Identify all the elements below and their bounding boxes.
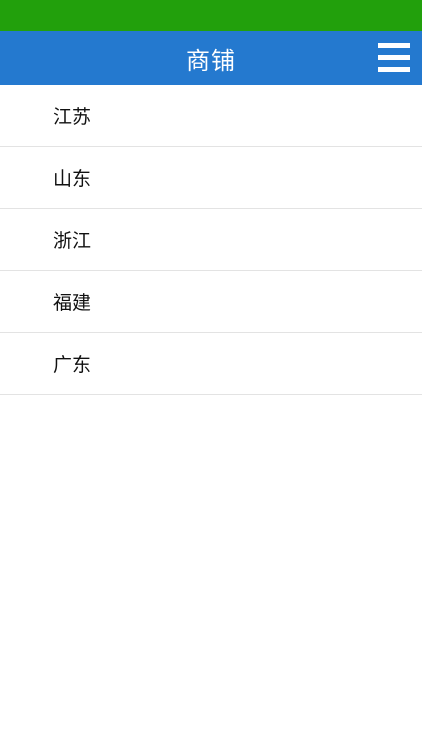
list-item-fujian[interactable]: 福建 bbox=[0, 271, 422, 333]
province-list: 江苏 山东 浙江 福建 广东 bbox=[0, 85, 422, 395]
nav-bar: 商铺 bbox=[0, 31, 422, 85]
list-item-shandong[interactable]: 山东 bbox=[0, 147, 422, 209]
list-item-label: 广东 bbox=[53, 354, 92, 376]
list-item-label: 江苏 bbox=[53, 106, 92, 128]
list-item-label: 山东 bbox=[53, 168, 92, 190]
list-item-label: 浙江 bbox=[53, 230, 92, 252]
status-bar bbox=[0, 0, 422, 31]
list-item-jiangsu[interactable]: 江苏 bbox=[0, 85, 422, 147]
list-item-guangdong[interactable]: 广东 bbox=[0, 333, 422, 395]
list-item-label: 福建 bbox=[53, 292, 92, 314]
page-title: 商铺 bbox=[186, 46, 236, 75]
menu-button[interactable] bbox=[378, 42, 410, 74]
list-item-zhejiang[interactable]: 浙江 bbox=[0, 209, 422, 271]
